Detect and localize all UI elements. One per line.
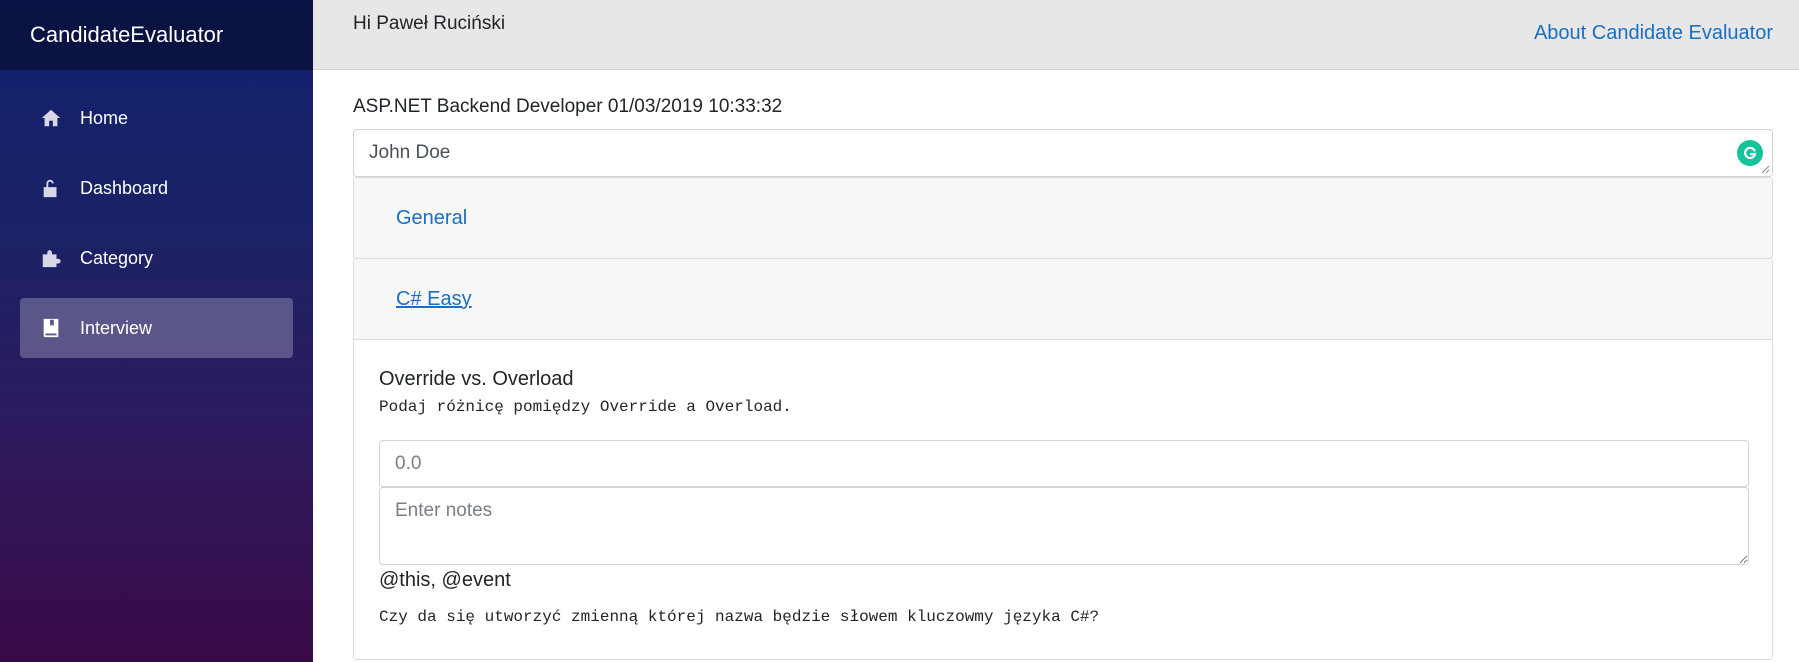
candidate-name-field[interactable] [354,130,1772,176]
sidebar-item-label: Home [80,107,129,128]
sidebar-item-dashboard[interactable]: Dashboard [20,158,293,218]
sidebar-item-label: Interview [80,317,153,338]
category-header-general: General [354,178,1772,258]
question-title: @this, @event [379,569,511,591]
question-description: Czy da się utworzyć zmienną której nazwa… [379,608,1100,626]
brand-title[interactable]: CandidateEvaluator [0,0,313,70]
question-title: Override vs. Overload [379,368,574,390]
category-link-general[interactable]: General [396,207,467,230]
notes-input[interactable] [379,487,1749,565]
sidebar: CandidateEvaluator Home Dashboard Catego… [0,0,313,662]
main-content: ASP.NET Backend Developer 01/03/2019 10:… [353,70,1773,660]
lock-open-icon [40,177,62,199]
category-card-general: General [353,177,1773,259]
book-icon [40,317,62,339]
sidebar-item-interview[interactable]: Interview [20,298,293,358]
sidebar-item-category[interactable]: Category [20,228,293,288]
category-body-csharp-easy: Override vs. Overload Podaj różnicę pomi… [354,339,1772,659]
interview-title: ASP.NET Backend Developer 01/03/2019 10:… [353,96,783,117]
home-icon [40,107,62,129]
question-description: Podaj różnicę pomiędzy Override a Overlo… [379,398,792,416]
user-greeting: Hi Paweł Ruciński [353,13,506,34]
sidebar-item-home[interactable]: Home [20,88,293,148]
sidebar-nav: Home Dashboard Category Interview [0,70,313,358]
top-bar: Hi Paweł Ruciński About Candidate Evalua… [313,0,1799,70]
about-link[interactable]: About Candidate Evaluator [1534,22,1773,45]
category-card-csharp-easy: C# Easy Override vs. Overload Podaj różn… [353,259,1773,660]
candidate-name-field-wrapper [353,129,1773,177]
category-header-csharp-easy: C# Easy [354,259,1772,339]
grammarly-icon[interactable] [1737,140,1763,166]
puzzle-icon [40,247,62,269]
sidebar-item-label: Category [80,247,154,268]
sidebar-item-label: Dashboard [80,177,169,198]
category-link-csharp-easy[interactable]: C# Easy [396,288,472,311]
score-input[interactable] [379,440,1749,487]
resize-handle-icon[interactable] [1761,165,1770,174]
